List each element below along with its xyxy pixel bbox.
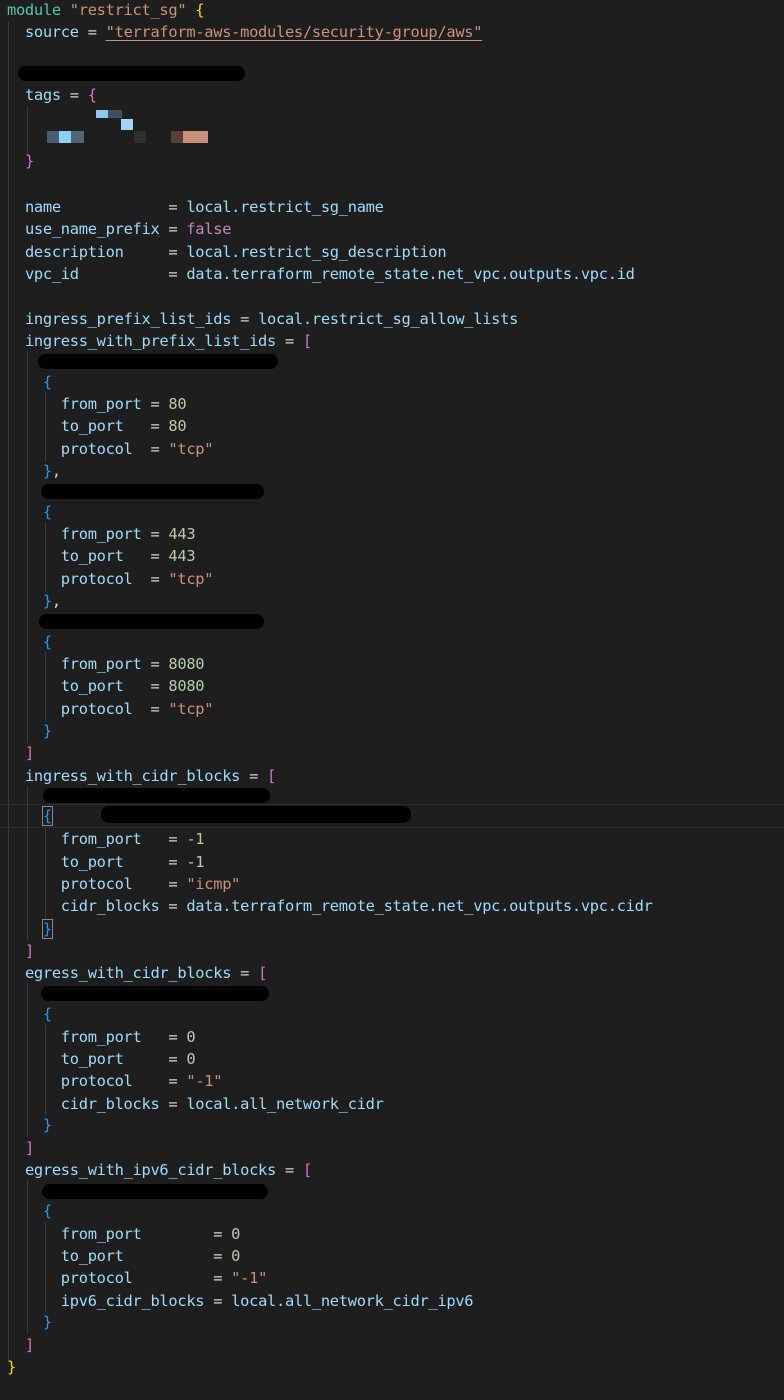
code-line: } [24,152,34,170]
code-line: } [42,1116,52,1134]
redacted-block [38,354,278,369]
code-line: { [42,633,52,651]
code-editor[interactable]: module "restrict_sg" { source = "terrafo… [0,0,784,1400]
redacted-block [41,986,269,1001]
code-line: cidr_blocks = data.terraform_remote_stat… [60,897,653,915]
code-line: } [41,919,53,939]
code-line: protocol = "-1" [60,1269,268,1287]
code-line: cidr_blocks = local.all_network_cidr [60,1095,384,1113]
code-line: from_port = 443 [60,525,196,543]
module-keyword: module [7,1,61,19]
module-name: "restrict_sg" [69,1,187,19]
pixelated-block [108,110,122,118]
code-line: from_port = 0 [60,1225,241,1243]
code-line: to_port = 443 [60,547,196,565]
pixelated-block [183,131,208,143]
tags-key: tags [24,86,61,104]
code-line: from_port = 80 [60,395,187,413]
redacted-block [101,806,411,823]
code-line: from_port = -1 [60,830,205,848]
code-line: vpc_id = data.terraform_remote_state.net… [24,265,635,283]
code-line: egress_with_cidr_blocks = [ [24,964,268,982]
source-key: source [24,23,79,41]
pixelated-block [59,131,71,143]
pixelated-block [47,131,59,143]
code-line: module "restrict_sg" { [7,1,205,19]
redacted-block [41,484,264,499]
code-line: } [42,722,52,740]
pixelated-block [96,110,108,118]
source-link[interactable]: "terraform-aws-modules/security-group/aw… [106,23,483,41]
redacted-block [18,66,245,81]
code-line: } [7,1358,16,1376]
code-line: protocol = "tcp" [60,570,214,588]
code-line: protocol = "icmp" [60,875,241,893]
code-line: ] [24,744,34,762]
pixelated-block [134,131,146,143]
code-line: source = "terraform-aws-modules/security… [24,23,483,41]
code-line: { [42,503,52,521]
code-line: to_port = 80 [60,417,187,435]
code-line: to_port = 0 [60,1050,196,1068]
pixelated-block [71,131,84,143]
code-line: to_port = 0 [60,1247,241,1265]
redacted-block [39,614,264,629]
code-line: }, [42,592,61,610]
code-line: use_name_prefix = false [24,220,232,238]
code-line: protocol = "tcp" [60,440,214,458]
code-line: egress_with_ipv6_cidr_blocks = [ [24,1161,312,1179]
code-line: protocol = "-1" [60,1072,223,1090]
code-line: { [42,373,52,391]
code-line: from_port = 8080 [60,655,205,673]
code-line: description = local.restrict_sg_descript… [24,243,447,261]
code-line: { [41,806,53,826]
pixelated-block [121,119,133,130]
code-line: ] [24,1139,34,1157]
redacted-block [43,788,270,803]
code-line: ingress_with_cidr_blocks = [ [24,767,276,785]
code-line: ipv6_cidr_blocks = local.all_network_cid… [60,1292,474,1310]
code-line: ] [24,942,34,960]
code-line: name = local.restrict_sg_name [24,198,384,216]
code-line: } [42,1313,52,1331]
code-line: { [42,1202,52,1220]
redacted-block [42,1184,268,1199]
code-line: protocol = "tcp" [60,700,214,718]
code-line: tags = { [24,86,97,104]
code-line: { [42,1005,52,1023]
code-line: to_port = 8080 [60,677,205,695]
code-line: ingress_with_prefix_list_ids = [ [24,332,312,350]
code-line: }, [42,462,61,480]
code-line: to_port = -1 [60,853,205,871]
code-line: from_port = 0 [60,1028,196,1046]
code-line: ] [24,1336,34,1354]
code-line: ingress_prefix_list_ids = local.restrict… [24,310,519,328]
indent-guide [27,106,28,156]
pixelated-block [171,131,183,143]
